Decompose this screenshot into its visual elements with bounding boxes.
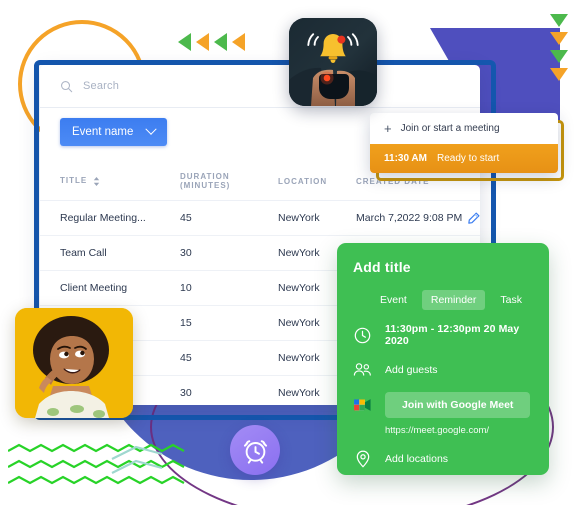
- column-header-duration: DURATION (MINUTES): [180, 164, 278, 201]
- clock-icon: [353, 326, 372, 345]
- cell-title: Client Meeting: [40, 270, 180, 306]
- woman-thinking-photo: [15, 308, 133, 418]
- people-icon: [353, 360, 372, 379]
- cell-duration: 15: [180, 305, 278, 341]
- alarm-bell-app-icon: [289, 18, 377, 106]
- join-with-google-meet-button[interactable]: Join with Google Meet: [385, 392, 531, 418]
- alarm-clock-badge: [230, 425, 280, 475]
- event-datetime: 11:30pm - 12:30pm 20 May 2020: [385, 323, 520, 347]
- chevron-down-icon: [145, 123, 158, 135]
- arrow-left-icon: [232, 33, 245, 51]
- event-name-dropdown[interactable]: Event name: [60, 118, 168, 146]
- table-row[interactable]: Regular Meeting... 45 NewYork March 7,2022 …: [40, 200, 480, 236]
- search-input[interactable]: Search: [83, 80, 119, 92]
- tab-reminder[interactable]: Reminder: [421, 290, 486, 310]
- add-guests-label: Add guests: [385, 363, 438, 376]
- search-bar[interactable]: Search: [40, 65, 480, 108]
- right-arrow-cluster: [550, 14, 568, 81]
- alarm-clock-icon: [243, 439, 267, 464]
- cell-duration: 10: [180, 270, 278, 306]
- meeting-ready-item[interactable]: 11:30 AM Ready to start: [370, 144, 558, 173]
- arrow-down-icon: [550, 50, 568, 63]
- add-locations-label: Add locations: [385, 452, 449, 465]
- event-name-dropdown-label: Event name: [72, 126, 134, 138]
- join-or-start-meeting-label: Join or start a meeting: [400, 123, 500, 134]
- meeting-popup: + Join or start a meeting 11:30 AM Ready…: [370, 113, 558, 173]
- add-guests-row[interactable]: Add guests: [353, 360, 533, 379]
- google-meet-row: Join with Google Meet: [353, 392, 533, 418]
- arrow-down-icon: [550, 32, 568, 45]
- green-zigzag-waves-icon: [8, 443, 185, 485]
- add-locations-row[interactable]: Add locations: [353, 449, 533, 468]
- join-or-start-meeting-item[interactable]: + Join or start a meeting: [370, 113, 558, 144]
- column-header-location: LOCATION: [278, 164, 356, 201]
- cell-duration: 45: [180, 340, 278, 376]
- cell-duration: 30: [180, 235, 278, 271]
- arrow-left-icon: [178, 33, 191, 51]
- arrow-left-icon: [196, 33, 209, 51]
- google-meet-link[interactable]: https://meet.google.com/: [385, 425, 533, 436]
- cell-title: Team Call: [40, 235, 180, 271]
- add-event-card: Add title Event Reminder Task 11:30pm - …: [337, 243, 549, 475]
- cell-duration: 45: [180, 200, 278, 236]
- datetime-row[interactable]: 11:30pm - 12:30pm 20 May 2020: [353, 323, 533, 347]
- arrow-left-icon: [214, 33, 227, 51]
- cell-location: NewYork: [278, 200, 356, 236]
- search-icon: [61, 80, 73, 92]
- arrow-down-icon: [550, 68, 568, 81]
- arrow-down-icon: [550, 14, 568, 27]
- map-pin-icon: [353, 449, 372, 468]
- cell-created-date: March 7,2022 9:08 PM: [356, 200, 468, 236]
- tab-task[interactable]: Task: [491, 290, 531, 310]
- google-meet-icon: [353, 397, 372, 413]
- cell-duration: 30: [180, 375, 278, 405]
- promo-composition: Search Event name TITLE DURATION (MINUTE…: [0, 0, 580, 505]
- column-header-title[interactable]: TITLE: [40, 164, 180, 201]
- cell-actions: [468, 200, 480, 236]
- plus-icon: +: [384, 121, 392, 136]
- column-header-title-label: TITLE: [60, 176, 88, 186]
- cell-title: Regular Meeting...: [40, 200, 180, 236]
- add-title-field[interactable]: Add title: [353, 259, 533, 275]
- teal-chevron-lines-icon: [111, 445, 163, 474]
- left-arrow-cluster: [178, 33, 245, 51]
- sort-updown-icon[interactable]: [93, 176, 100, 186]
- event-type-tabs: Event Reminder Task: [371, 290, 533, 310]
- meeting-ready-status: Ready to start: [436, 153, 500, 164]
- person-photo-artwork: [15, 308, 133, 418]
- app-icon-artwork: [289, 18, 377, 106]
- meeting-ready-time: 11:30 AM: [384, 153, 427, 164]
- tab-event[interactable]: Event: [371, 290, 416, 310]
- edit-pencil-icon[interactable]: [468, 212, 480, 224]
